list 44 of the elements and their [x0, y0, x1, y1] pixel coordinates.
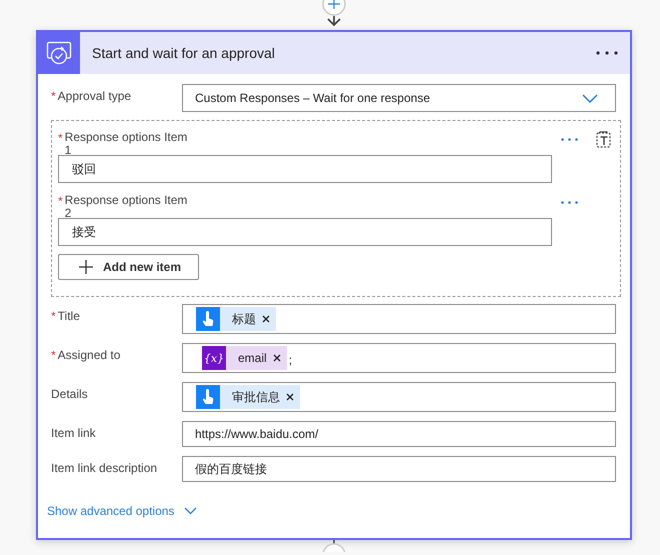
token-field[interactable]: 标题 — [182, 304, 616, 334]
required-mark: * — [51, 348, 56, 362]
required-mark: * — [51, 309, 56, 323]
token-label: 审批信息 — [232, 388, 280, 406]
token[interactable]: 标题 — [196, 307, 276, 331]
variable-icon: {x} — [202, 346, 226, 370]
token[interactable]: 审批信息 — [196, 385, 300, 409]
chevron-down-icon — [184, 507, 198, 515]
text-field[interactable]: 驳回 — [58, 155, 552, 183]
token[interactable]: {x} email — [202, 346, 287, 370]
close-icon[interactable] — [262, 315, 270, 323]
field-label: Response options Item 1 — [64, 131, 188, 157]
field-label: Title — [58, 309, 80, 323]
chevron-down-icon — [582, 94, 598, 102]
token-label: 标题 — [232, 310, 256, 328]
advanced-options-link[interactable]: Show advanced options — [47, 504, 174, 518]
plus-icon — [79, 260, 93, 274]
field-label: Item link description — [51, 461, 158, 475]
required-mark: * — [58, 131, 63, 147]
text-field[interactable]: https://www.baidu.com/ — [182, 421, 616, 447]
token-label: email — [238, 351, 267, 365]
field-label: Details — [51, 387, 88, 401]
field-label: Item link — [51, 426, 96, 440]
card-title: Start and wait for an approval — [92, 45, 276, 61]
more-icon[interactable] — [596, 51, 618, 55]
close-icon[interactable] — [272, 354, 281, 362]
token-field[interactable]: {x} email ; — [182, 343, 616, 373]
required-mark: * — [58, 194, 63, 210]
field-label: Approval type — [58, 89, 132, 103]
required-mark: * — [51, 89, 56, 103]
close-icon[interactable] — [286, 393, 294, 401]
token-field[interactable]: 审批信息 — [182, 382, 616, 412]
delete-icon[interactable] — [596, 131, 612, 148]
text-field[interactable]: 假的百度链接 — [182, 456, 616, 482]
field-label: Assigned to — [58, 348, 120, 362]
text-field[interactable]: 接受 — [58, 218, 552, 246]
touch-icon — [196, 385, 220, 409]
touch-icon — [196, 307, 220, 331]
add-item-button[interactable]: Add new item — [58, 254, 199, 280]
approval-type-dropdown[interactable]: Custom Responses – Wait for one response — [182, 84, 616, 112]
field-label: Response options Item 2 — [64, 194, 188, 220]
separator-text: ; — [288, 353, 292, 367]
add-step-icon[interactable] — [322, 0, 346, 16]
arrow-down-icon — [327, 16, 341, 26]
